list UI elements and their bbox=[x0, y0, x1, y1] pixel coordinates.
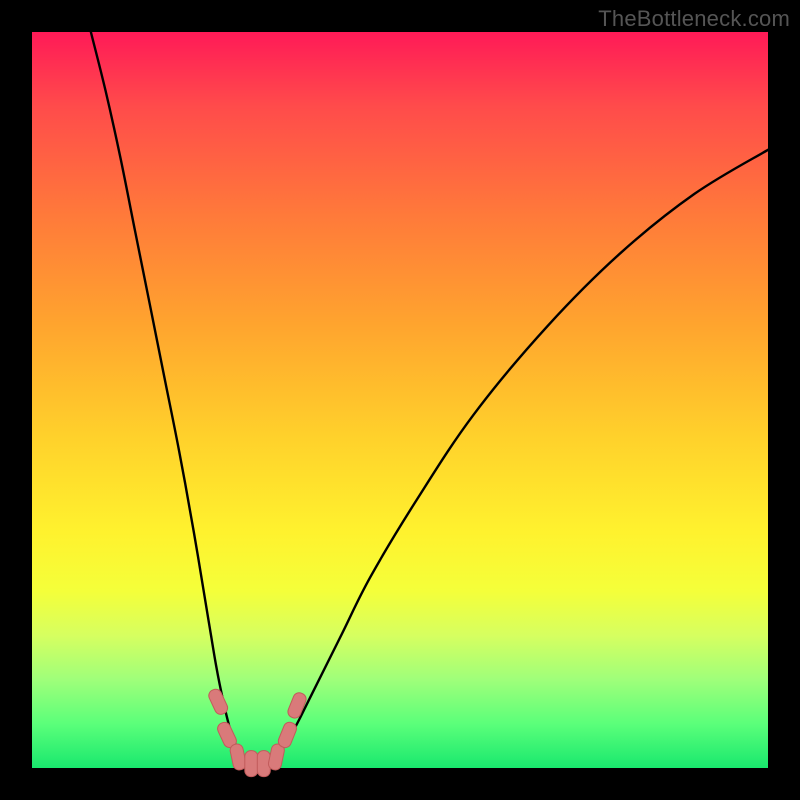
bottleneck-curve bbox=[32, 32, 768, 768]
watermark-text: TheBottleneck.com bbox=[598, 6, 790, 32]
curve-right-branch bbox=[260, 150, 768, 765]
curve-marker bbox=[277, 720, 299, 749]
curve-marker bbox=[245, 751, 258, 777]
plot-area bbox=[32, 32, 768, 768]
curve-markers bbox=[207, 687, 308, 776]
curve-marker bbox=[286, 691, 308, 720]
curve-left-branch bbox=[91, 32, 260, 765]
curve-marker bbox=[207, 687, 230, 716]
chart-frame: TheBottleneck.com bbox=[0, 0, 800, 800]
